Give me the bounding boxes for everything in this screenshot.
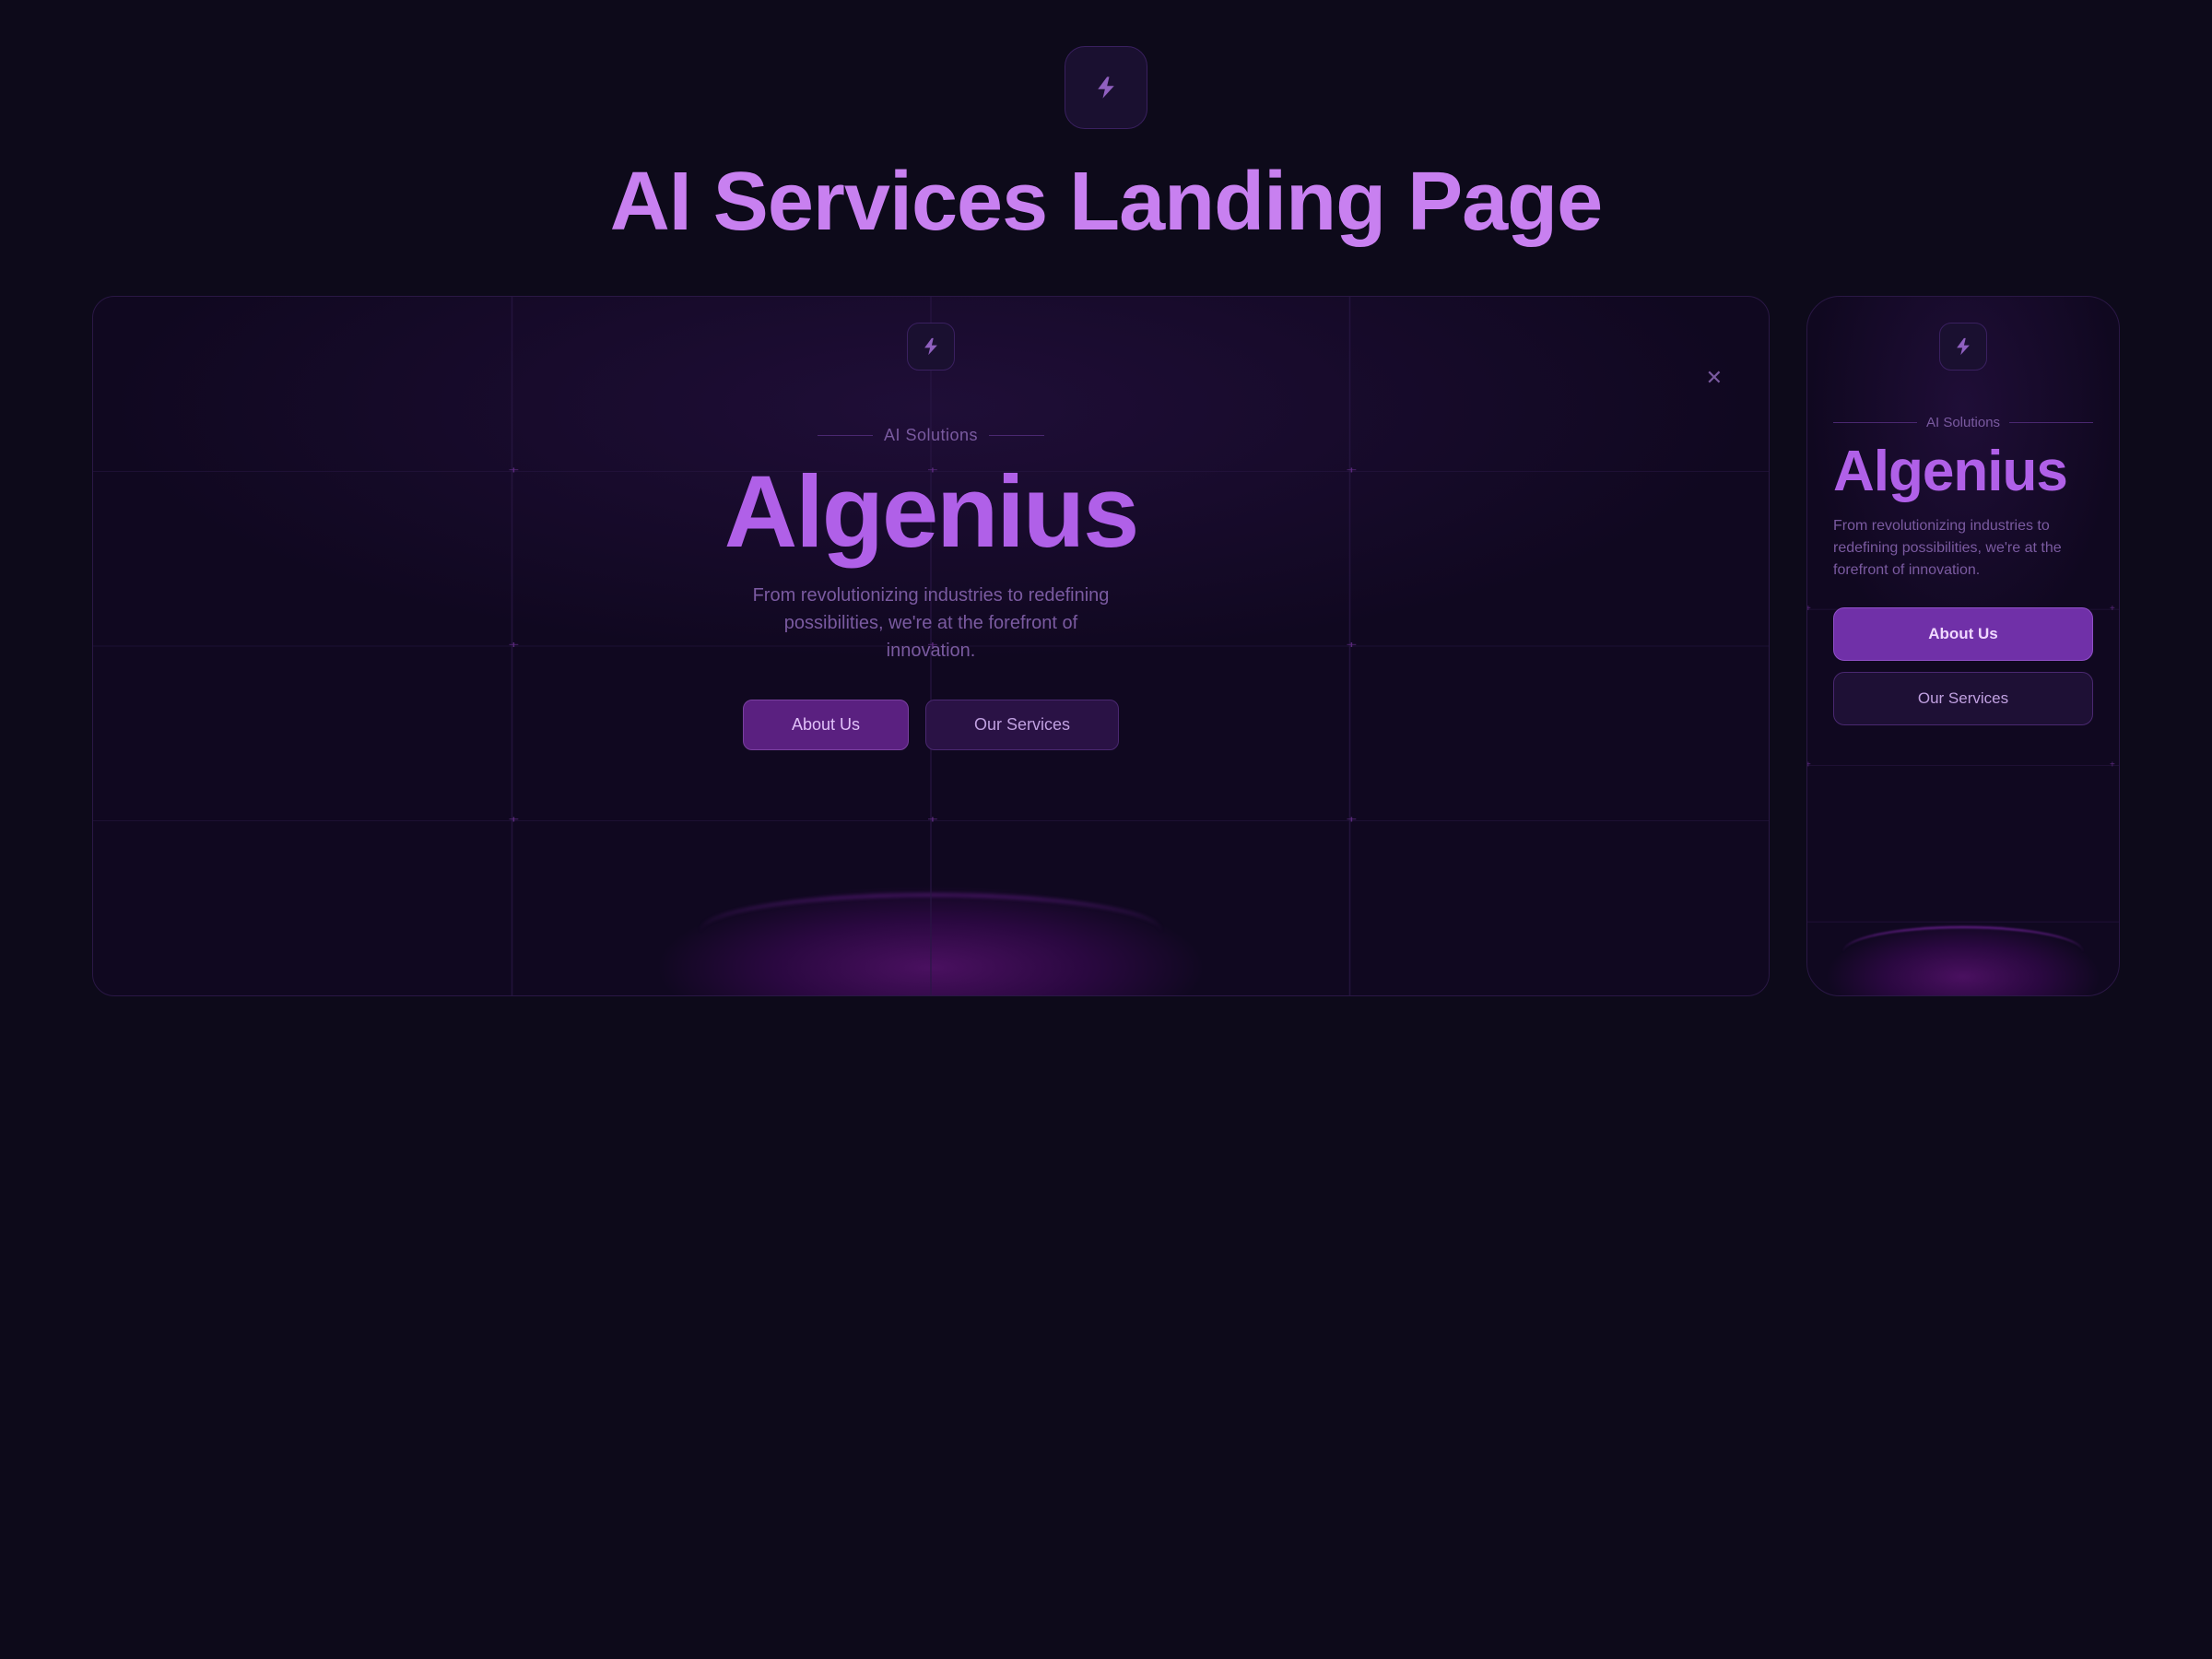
mobile-label-line-left	[1833, 422, 1917, 423]
mobile-brand-subtitle: From revolutionizing industries to redef…	[1833, 515, 2093, 582]
desktop-mockup: + + + + + + + + + AI Solutions	[92, 296, 1770, 996]
desktop-ai-label: AI Solutions	[818, 426, 1044, 445]
desktop-planet-arc	[700, 894, 1161, 968]
lightning-icon	[1093, 75, 1119, 100]
mobile-lightning-icon	[1953, 336, 1973, 357]
desktop-brand-subtitle: From revolutionizing industries to redef…	[747, 582, 1115, 665]
label-line-left	[818, 435, 873, 436]
desktop-cta-buttons: About Us Our Services	[743, 700, 1119, 750]
svg-text:+: +	[508, 815, 519, 825]
mobile-services-button[interactable]: Our Services	[1833, 672, 2093, 725]
page-title: AI Services Landing Page	[610, 155, 1602, 250]
mobile-planet-arc	[1843, 926, 2083, 977]
mobile-label-line-right	[2009, 422, 2093, 423]
desktop-brand-title: Algenius	[724, 462, 1138, 563]
svg-text:+: +	[1807, 760, 1811, 771]
desktop-services-button[interactable]: Our Services	[925, 700, 1119, 750]
desktop-ai-solutions-text: AI Solutions	[884, 426, 978, 445]
close-button[interactable]: ✕	[1706, 366, 1723, 390]
mobile-ai-solutions-text: AI Solutions	[1926, 415, 2000, 430]
desktop-about-button[interactable]: About Us	[743, 700, 909, 750]
mobile-about-button[interactable]: About Us	[1833, 607, 2093, 661]
mobile-ai-label: AI Solutions	[1833, 415, 2093, 430]
mobile-mockup: + + + + AI Solutions Algenius From revol…	[1806, 296, 2120, 996]
desktop-logo-icon	[907, 323, 955, 371]
svg-text:+: +	[2110, 760, 2115, 771]
desktop-lightning-icon	[921, 336, 941, 357]
desktop-content: AI Solutions ✕ Algenius From revolutioni…	[93, 297, 1769, 750]
header-area: AI Services Landing Page	[610, 46, 1602, 250]
svg-text:+: +	[927, 815, 938, 825]
mobile-brand-title: Algenius	[1833, 443, 2067, 500]
mobile-content: AI Solutions Algenius From revolutionizi…	[1807, 297, 2119, 725]
mobile-logo-icon	[1939, 323, 1987, 371]
svg-text:+: +	[1346, 815, 1357, 825]
top-logo-icon	[1065, 46, 1147, 129]
mockups-container: + + + + + + + + + AI Solutions	[92, 296, 2120, 996]
label-line-right	[989, 435, 1044, 436]
